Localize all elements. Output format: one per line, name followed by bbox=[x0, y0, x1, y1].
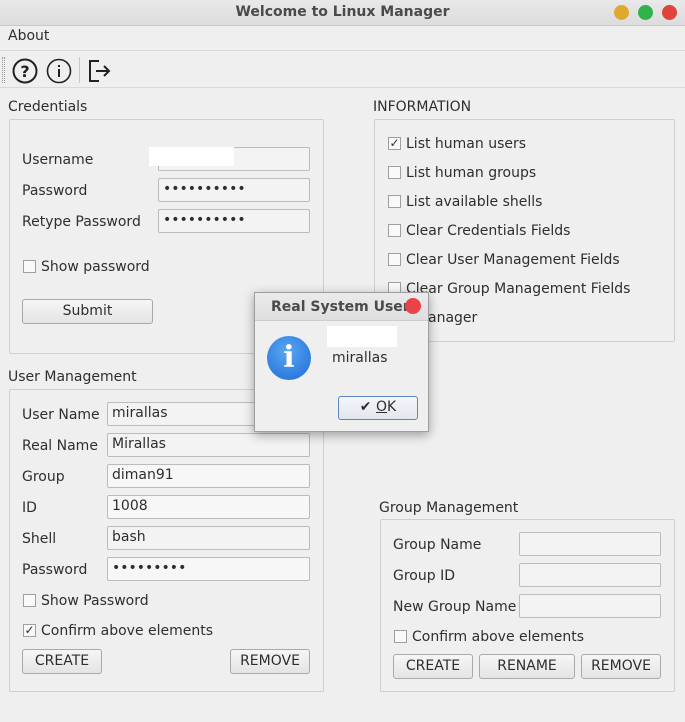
clear-user-management-label: Clear User Management Fields bbox=[406, 252, 620, 268]
group-confirm-checkbox[interactable] bbox=[394, 630, 407, 643]
user-create-button[interactable]: CREATE bbox=[22, 649, 102, 674]
list-available-shells-label: List available shells bbox=[406, 194, 543, 210]
group-confirm-label: Confirm above elements bbox=[412, 629, 585, 645]
retype-password-label: Retype Password bbox=[22, 214, 141, 230]
clear-credentials-checkbox[interactable] bbox=[388, 224, 401, 237]
redacted-area bbox=[327, 326, 397, 347]
list-human-groups-checkbox[interactable] bbox=[388, 166, 401, 179]
menu-about[interactable]: About bbox=[8, 28, 49, 44]
user-password-field[interactable]: ••••••••• bbox=[107, 557, 310, 581]
new-group-name-label: New Group Name bbox=[393, 599, 517, 615]
user-confirm-checkbox[interactable]: ✓ bbox=[23, 624, 36, 637]
shell-label: Shell bbox=[22, 531, 57, 547]
redacted-area bbox=[149, 147, 234, 166]
real-name-field[interactable]: Mirallas bbox=[107, 433, 310, 457]
dialog-message: mirallas bbox=[332, 350, 388, 366]
close-button[interactable] bbox=[662, 5, 677, 20]
menu-bar: About bbox=[0, 26, 685, 48]
dialog-titlebar[interactable]: Real System Users bbox=[255, 293, 428, 321]
clear-group-management-label: Clear Group Management Fields bbox=[406, 281, 631, 297]
exit-icon[interactable] bbox=[86, 58, 112, 84]
group-name-label: Group Name bbox=[393, 537, 482, 553]
list-human-users-checkbox[interactable]: ✓ bbox=[388, 137, 401, 150]
show-password-checkbox[interactable] bbox=[23, 260, 36, 273]
ok-mnemonic: O bbox=[375, 399, 388, 415]
help-icon[interactable]: ? bbox=[12, 58, 38, 84]
password-label: Password bbox=[22, 183, 88, 199]
list-available-shells-checkbox[interactable] bbox=[388, 195, 401, 208]
user-remove-button[interactable]: REMOVE bbox=[230, 649, 310, 674]
user-show-password-label: Show Password bbox=[41, 593, 149, 609]
credentials-title: Credentials bbox=[8, 99, 88, 115]
show-password-label: Show password bbox=[41, 259, 150, 275]
shell-field[interactable]: bash bbox=[107, 526, 310, 550]
group-id-field[interactable] bbox=[519, 563, 661, 587]
minimize-button[interactable] bbox=[614, 5, 629, 20]
information-title: INFORMATION bbox=[373, 99, 472, 115]
id-label: ID bbox=[22, 500, 37, 516]
real-name-label: Real Name bbox=[22, 438, 98, 454]
username-label: Username bbox=[22, 152, 94, 168]
information-icon: i bbox=[267, 336, 311, 380]
group-management-title: Group Management bbox=[379, 500, 519, 516]
password-field[interactable]: •••••••••• bbox=[158, 178, 310, 202]
new-group-name-field[interactable] bbox=[519, 594, 661, 618]
window-titlebar[interactable]: Welcome to Linux Manager bbox=[0, 0, 685, 26]
list-human-users-label: List human users bbox=[406, 136, 527, 152]
svg-text:?: ? bbox=[20, 62, 29, 81]
ok-label-rest: K bbox=[387, 399, 397, 415]
group-remove-button[interactable]: REMOVE bbox=[581, 654, 661, 679]
user-name-label: User Name bbox=[22, 407, 100, 423]
clear-credentials-label: Clear Credentials Fields bbox=[406, 223, 571, 239]
retype-password-field[interactable]: •••••••••• bbox=[158, 209, 310, 233]
clear-user-management-checkbox[interactable] bbox=[388, 253, 401, 266]
group-label: Group bbox=[22, 469, 65, 485]
id-field[interactable]: 1008 bbox=[107, 495, 310, 519]
toolbar: ? bbox=[0, 50, 685, 88]
toolbar-separator bbox=[79, 57, 80, 83]
window-title: Welcome to Linux Manager bbox=[235, 4, 450, 20]
dialog-title: Real System Users bbox=[271, 299, 419, 315]
user-password-label: Password bbox=[22, 562, 88, 578]
list-human-groups-label: List human groups bbox=[406, 165, 537, 181]
user-show-password-checkbox[interactable] bbox=[23, 594, 36, 607]
ok-button[interactable]: ✔ OK bbox=[338, 396, 418, 420]
user-management-title: User Management bbox=[8, 369, 137, 385]
maximize-button[interactable] bbox=[638, 5, 653, 20]
submit-button[interactable]: Submit bbox=[22, 299, 153, 324]
group-create-button[interactable]: CREATE bbox=[393, 654, 473, 679]
group-field[interactable]: diman91 bbox=[107, 464, 310, 488]
info-icon[interactable] bbox=[46, 58, 72, 84]
user-confirm-label: Confirm above elements bbox=[41, 623, 214, 639]
dialog-close-button[interactable] bbox=[405, 298, 421, 314]
group-rename-button[interactable]: RENAME bbox=[479, 654, 575, 679]
toolbar-grip[interactable] bbox=[2, 57, 5, 83]
check-icon: ✔ bbox=[359, 399, 372, 415]
real-system-users-dialog[interactable]: Real System Users i mirallas ✔ OK bbox=[254, 292, 429, 432]
group-id-label: Group ID bbox=[393, 568, 455, 584]
group-name-field[interactable] bbox=[519, 532, 661, 556]
